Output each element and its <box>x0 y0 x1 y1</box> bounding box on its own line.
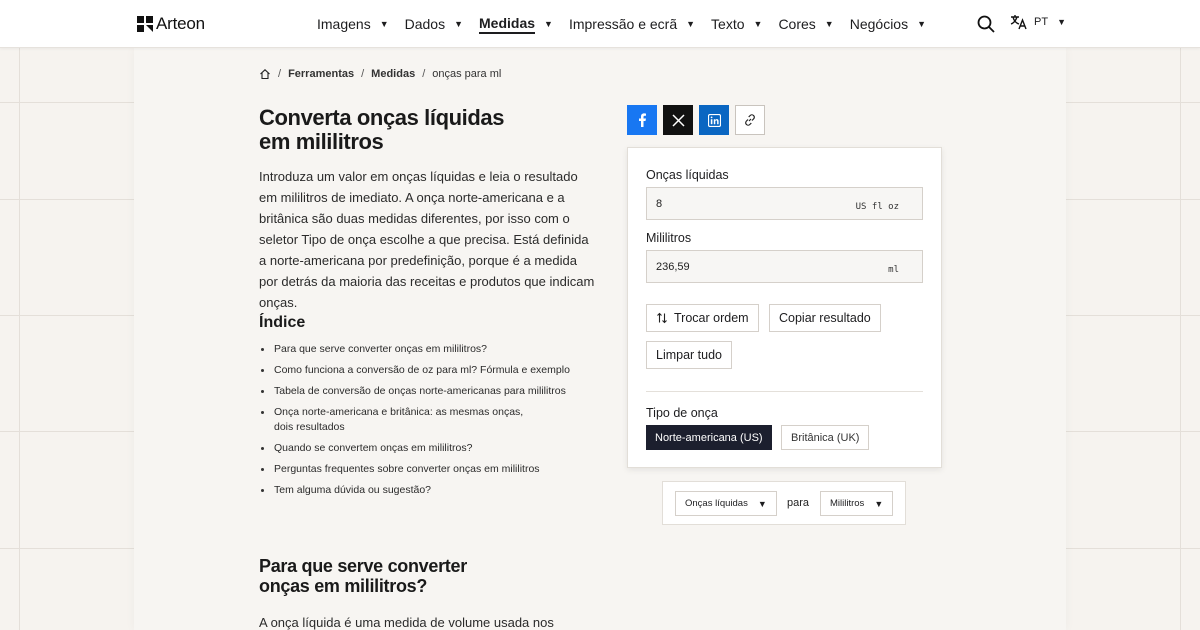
ounces-input[interactable]: 8 US fl oz <box>646 187 923 220</box>
swap-order-button[interactable]: Trocar ordem <box>646 304 759 332</box>
toc-item[interactable]: Tem alguma dúvida ou sugestão? <box>259 483 579 498</box>
top-navigation-bar: Arteon Imagens ▼ Dados ▼ Medidas ▼ Impre… <box>0 0 1200 48</box>
caret-down-icon: ▼ <box>379 19 389 29</box>
ounce-type-label: Tipo de onça <box>646 406 718 420</box>
page-title: Converta onças líquidas em mililitros <box>259 105 505 154</box>
converter-divider <box>646 391 923 392</box>
caret-down-icon: ▼ <box>1057 17 1066 27</box>
language-code: PT <box>1034 16 1049 28</box>
caret-down-icon: ▼ <box>686 19 696 29</box>
caret-down-icon: ▼ <box>824 19 834 29</box>
caret-down-icon: ▼ <box>917 19 927 29</box>
home-icon[interactable] <box>259 68 271 80</box>
share-buttons <box>627 105 771 135</box>
milliliters-input[interactable]: 236,59 ml <box>646 250 923 283</box>
link-icon <box>745 114 755 126</box>
unit-pair-selector: Onças líquidas ▼ para Mililitros ▼ <box>662 481 906 525</box>
from-unit-value: Onças líquidas <box>685 498 748 509</box>
milliliters-unit: ml <box>888 265 899 275</box>
breadcrumb: / Ferramentas / Medidas / onças para ml <box>259 68 501 80</box>
milliliters-value: 236,59 <box>656 261 690 273</box>
caret-down-icon: ▼ <box>544 19 553 29</box>
brand-name: Arteon <box>156 14 205 33</box>
from-field-label: Onças líquidas <box>646 168 729 182</box>
ounce-type-uk-option[interactable]: Britânica (UK) <box>781 425 870 450</box>
brand-logo[interactable]: Arteon <box>137 14 205 34</box>
copy-result-button[interactable]: Copiar resultado <box>769 304 881 332</box>
caret-down-icon: ▼ <box>454 19 464 29</box>
table-of-contents: Para que serve converter onças em milili… <box>259 342 579 504</box>
nav-item-dados[interactable]: Dados ▼ <box>405 16 463 32</box>
ounce-converter-panel: Onças líquidas 8 US fl oz Mililitros 236… <box>627 147 942 468</box>
caret-down-icon: ▼ <box>874 498 884 509</box>
main-content: / Ferramentas / Medidas / onças para ml … <box>134 48 1066 630</box>
toc-title: Índice <box>259 314 306 331</box>
nav-item-texto[interactable]: Texto ▼ <box>711 16 762 32</box>
section-title: Para que serve converter onças em milili… <box>259 556 467 596</box>
breadcrumb-ferramentas[interactable]: Ferramentas <box>288 68 354 80</box>
ounce-type-us-option[interactable]: Norte-americana (US) <box>646 425 772 450</box>
facebook-icon <box>639 113 646 127</box>
from-unit-select[interactable]: Onças líquidas ▼ <box>675 491 777 516</box>
arteon-logo-icon <box>137 16 153 32</box>
breadcrumb-separator: / <box>278 68 282 80</box>
swap-order-label: Trocar ordem <box>674 311 749 325</box>
x-icon <box>671 113 685 127</box>
breadcrumb-separator: / <box>422 68 426 80</box>
copy-result-label: Copiar resultado <box>779 311 871 325</box>
clear-all-button[interactable]: Limpar tudo <box>646 341 733 369</box>
toc-item[interactable]: Perguntas frequentes sobre converter onç… <box>259 462 579 477</box>
breadcrumb-current: onças para ml <box>432 68 502 80</box>
language-selector[interactable]: PT ▼ <box>1010 14 1066 30</box>
translate-icon <box>1010 15 1027 30</box>
ounces-value: 8 <box>656 198 663 210</box>
share-facebook-button[interactable] <box>627 105 657 135</box>
breadcrumb-separator: / <box>361 68 365 80</box>
main-nav: Imagens ▼ Dados ▼ Medidas ▼ Impressão e … <box>317 0 942 48</box>
swap-arrows-icon <box>657 312 667 324</box>
to-unit-value: Mililitros <box>830 498 865 509</box>
ounces-unit: US fl oz <box>855 202 899 212</box>
toc-item[interactable]: Tabela de conversão de onças norte-ameri… <box>259 384 579 399</box>
toc-item[interactable]: Quando se convertem onças em mililitros? <box>259 441 579 456</box>
share-x-button[interactable] <box>663 105 693 135</box>
toc-item[interactable]: Para que serve converter onças em milili… <box>259 342 579 357</box>
nav-item-impressao-e-ecra[interactable]: Impressão e ecrã ▼ <box>569 16 695 32</box>
nav-item-medidas[interactable]: Medidas ▼ <box>479 15 553 34</box>
copy-link-button[interactable] <box>735 105 765 135</box>
caret-down-icon: ▼ <box>753 19 763 29</box>
nav-item-cores[interactable]: Cores ▼ <box>778 16 833 32</box>
caret-down-icon: ▼ <box>757 498 767 509</box>
to-field-label: Mililitros <box>646 231 692 245</box>
unit-connector: para <box>787 497 810 509</box>
toc-item[interactable]: Como funciona a conversão de oz para ml?… <box>259 363 579 378</box>
linkedin-icon <box>707 113 721 127</box>
share-linkedin-button[interactable] <box>699 105 729 135</box>
clear-all-label: Limpar tudo <box>656 348 723 362</box>
toc-item[interactable]: Onça norte-americana e britânica: as mes… <box>259 405 544 435</box>
nav-item-negocios[interactable]: Negócios ▼ <box>850 16 926 32</box>
nav-item-imagens[interactable]: Imagens ▼ <box>317 16 389 32</box>
breadcrumb-medidas[interactable]: Medidas <box>371 68 415 80</box>
search-icon[interactable] <box>976 14 996 34</box>
to-unit-select[interactable]: Mililitros ▼ <box>820 491 894 516</box>
intro-text: Introduza um valor em onças líquidas e l… <box>259 169 595 310</box>
section-text: A onça líquida é uma medida de volume us… <box>259 615 554 630</box>
